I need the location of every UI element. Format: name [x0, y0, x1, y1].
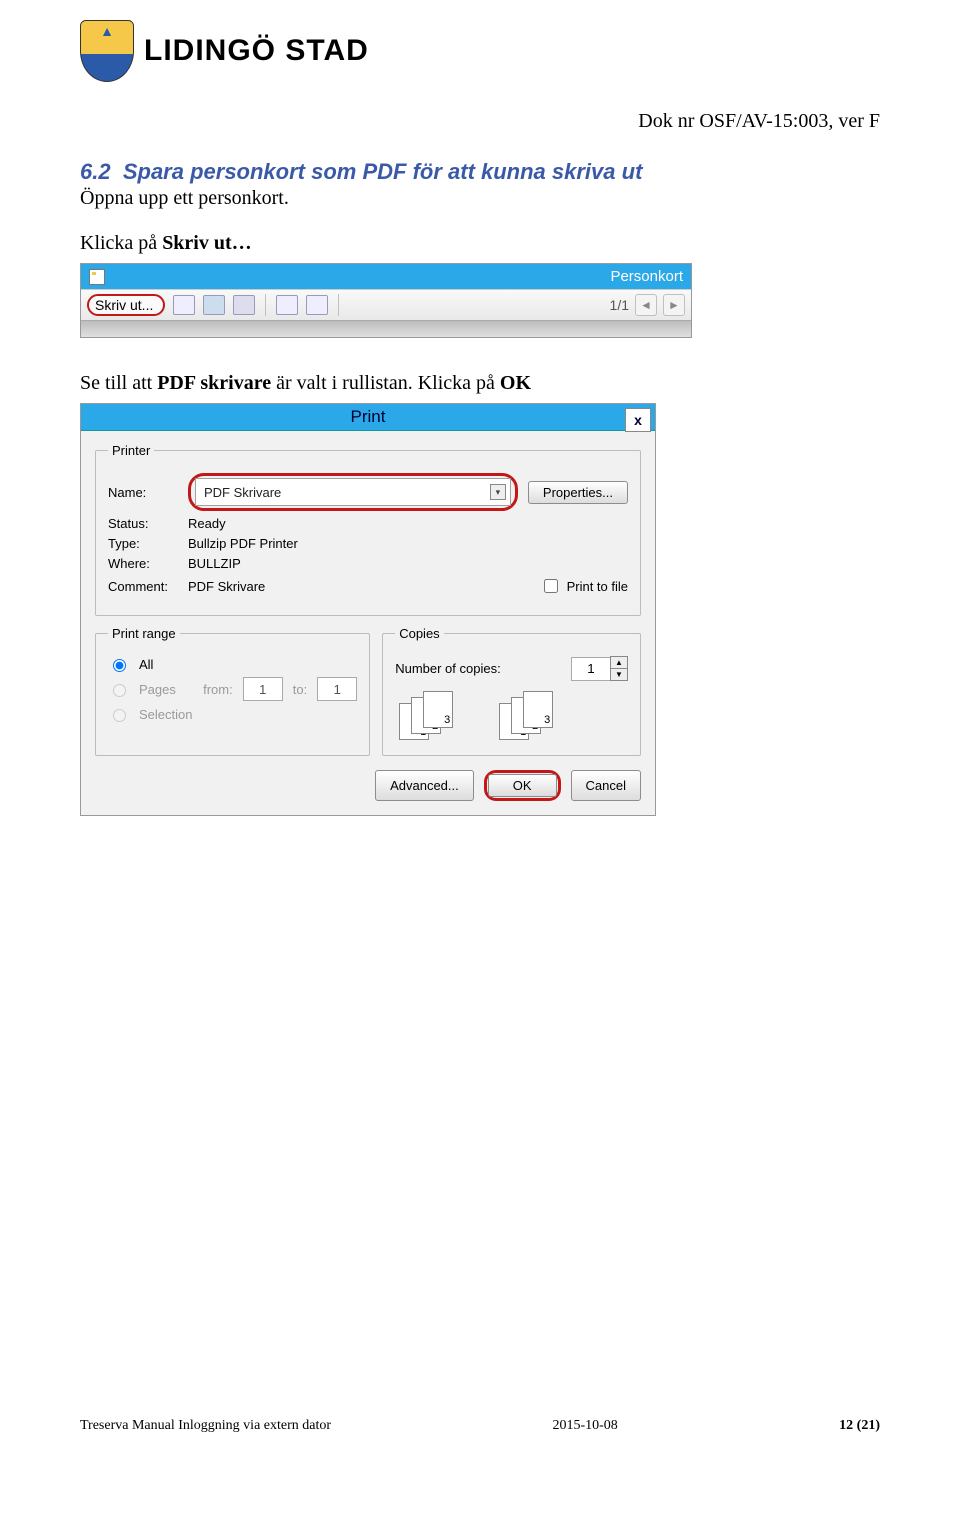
- section-heading: 6.2 Spara personkort som PDF för att kun…: [80, 159, 880, 185]
- zoom-icon[interactable]: [233, 295, 255, 315]
- range-to-input[interactable]: [317, 677, 357, 701]
- print-to-file-checkbox[interactable]: [544, 579, 558, 593]
- range-selection-label: Selection: [139, 707, 192, 722]
- range-all-radio[interactable]: [113, 659, 126, 672]
- advanced-button[interactable]: Advanced...: [375, 770, 474, 801]
- document-number: Dok nr OSF/AV-15:003, ver F: [80, 110, 880, 133]
- next-page-icon[interactable]: ►: [663, 294, 685, 316]
- chevron-down-icon[interactable]: ▾: [490, 484, 506, 500]
- pager: 1/1 ◄ ►: [610, 294, 685, 316]
- ok-button[interactable]: OK: [488, 774, 557, 797]
- separator: [338, 294, 339, 316]
- collate-illustration: 1 2 3 1 2 3: [399, 691, 628, 741]
- app-icon: [89, 269, 105, 285]
- footer-pagenum: 12 (21): [839, 1418, 880, 1434]
- brand-name: LIDINGÖ STAD: [144, 34, 369, 68]
- comment-value: PDF Skrivare: [188, 579, 265, 594]
- section-title: Spara personkort som PDF för att kunna s…: [123, 159, 643, 184]
- page-indicator: 1/1: [610, 297, 629, 313]
- print-dialog-screenshot: Print x Printer Name: PDF Skrivare ▾ Pro…: [80, 403, 656, 816]
- copies-input[interactable]: [571, 657, 611, 681]
- range-all-label: All: [139, 657, 153, 672]
- range-pages-radio[interactable]: [113, 684, 126, 697]
- where-value: BULLZIP: [188, 556, 241, 571]
- range-pages-label: Pages: [139, 682, 176, 697]
- print-dialog-title: Print: [351, 407, 386, 426]
- cancel-button[interactable]: Cancel: [571, 770, 641, 801]
- copies-group: Copies Number of copies: ▲ ▼: [382, 626, 641, 756]
- page-header: LIDINGÖ STAD: [80, 20, 880, 82]
- fitpage-icon[interactable]: [306, 295, 328, 315]
- spin-down-icon[interactable]: ▼: [610, 668, 628, 681]
- range-to-label: to:: [293, 682, 307, 697]
- copy-icon[interactable]: [173, 295, 195, 315]
- status-label: Status:: [108, 516, 178, 531]
- printer-name-value: PDF Skrivare: [204, 485, 281, 500]
- ok-highlight: OK: [484, 770, 561, 801]
- personkort-titlebar: Personkort: [81, 264, 691, 289]
- find-icon[interactable]: [203, 295, 225, 315]
- copies-label: Number of copies:: [395, 661, 501, 676]
- personkort-title: Personkort: [610, 268, 683, 285]
- print-range-group: Print range All Pages from: to:: [95, 626, 370, 756]
- separator: [265, 294, 266, 316]
- section-number: 6.2: [80, 159, 111, 184]
- printer-name-combo[interactable]: PDF Skrivare ▾: [195, 478, 511, 506]
- type-label: Type:: [108, 536, 178, 551]
- range-from-input[interactable]: [243, 677, 283, 701]
- dialog-button-row: Advanced... OK Cancel: [95, 770, 641, 801]
- fitwidth-icon[interactable]: [276, 295, 298, 315]
- printer-group: Printer Name: PDF Skrivare ▾ Properties.…: [95, 443, 641, 616]
- type-value: Bullzip PDF Printer: [188, 536, 298, 551]
- toolbar-edge: [81, 320, 691, 337]
- footer-date: 2015-10-08: [552, 1418, 617, 1434]
- spin-up-icon[interactable]: ▲: [610, 656, 628, 668]
- printer-legend: Printer: [108, 443, 154, 458]
- personkort-toolbar-screenshot: Personkort Skriv ut... 1/1 ◄ ►: [80, 263, 692, 338]
- print-range-legend: Print range: [108, 626, 180, 641]
- print-dialog-titlebar: Print x: [81, 404, 655, 431]
- paragraph-3: Se till att PDF skrivare är valt i rulli…: [80, 372, 880, 395]
- name-label: Name:: [108, 485, 178, 500]
- footer-left: Treserva Manual Inloggning via extern da…: [80, 1418, 331, 1434]
- properties-button[interactable]: Properties...: [528, 481, 628, 504]
- paragraph-2: Klicka på Skriv ut…: [80, 232, 880, 255]
- prev-page-icon[interactable]: ◄: [635, 294, 657, 316]
- copies-legend: Copies: [395, 626, 443, 641]
- toolbar: Skriv ut... 1/1 ◄ ►: [81, 289, 691, 320]
- close-button[interactable]: x: [625, 408, 651, 432]
- range-from-label: from:: [203, 682, 233, 697]
- printer-name-highlight: PDF Skrivare ▾: [188, 473, 518, 511]
- where-label: Where:: [108, 556, 178, 571]
- lidingo-shield-icon: [80, 20, 134, 82]
- print-button[interactable]: Skriv ut...: [87, 294, 165, 316]
- comment-label: Comment:: [108, 579, 178, 594]
- page-footer: Treserva Manual Inloggning via extern da…: [80, 1418, 880, 1434]
- range-selection-radio[interactable]: [113, 709, 126, 722]
- print-to-file-label: Print to file: [567, 579, 628, 594]
- paragraph-1: Öppna upp ett personkort.: [80, 187, 880, 210]
- status-value: Ready: [188, 516, 226, 531]
